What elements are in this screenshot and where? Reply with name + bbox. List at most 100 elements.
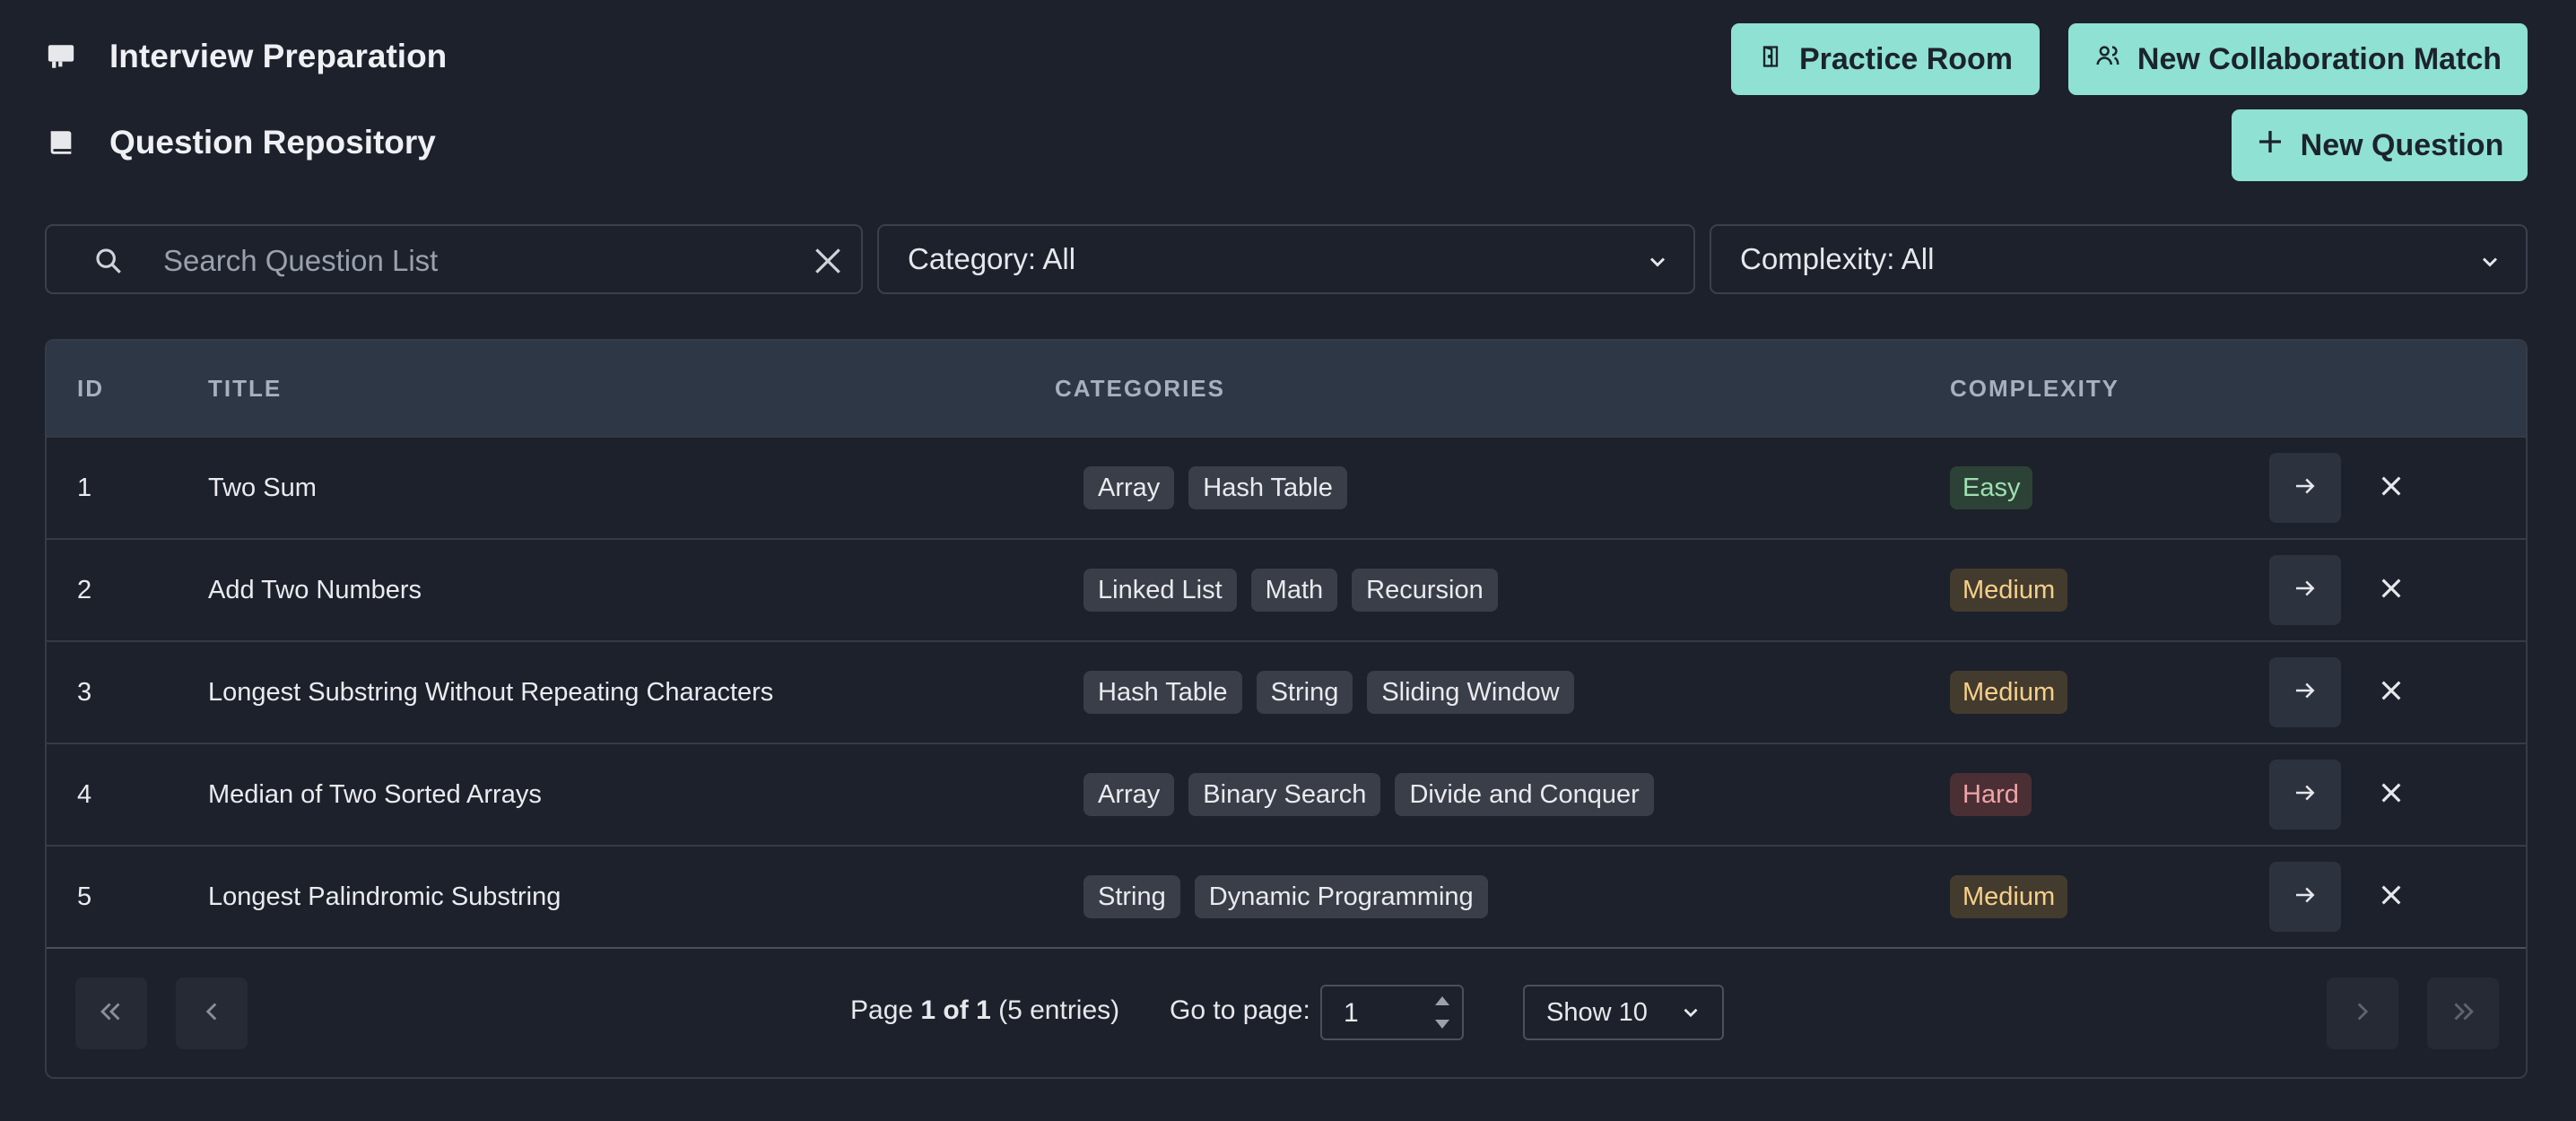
- delete-question-button[interactable]: [2370, 773, 2413, 816]
- goto-page-input[interactable]: [1342, 994, 1417, 1033]
- category-tag: Math: [1250, 569, 1338, 612]
- category-tag: String: [1083, 875, 1180, 918]
- page-size-select[interactable]: Show 10: [1523, 985, 1724, 1040]
- row-id: 1: [77, 473, 92, 502]
- complexity-badge: Medium: [1950, 569, 2068, 612]
- open-question-button[interactable]: [2269, 555, 2341, 625]
- chevron-down-icon: [2477, 248, 2502, 282]
- row-id: 4: [77, 779, 92, 809]
- goto-page-stepper[interactable]: [1320, 985, 1464, 1040]
- search-icon: [93, 246, 124, 283]
- row-title: Add Two Numbers: [208, 575, 422, 604]
- open-question-button[interactable]: [2269, 760, 2341, 830]
- chevron-right-icon: [2347, 996, 2378, 1031]
- table-row: 4 Median of Two Sorted Arrays Array Binary …: [47, 743, 2526, 845]
- question-table: ID TITLE CATEGORIES COMPLEXITY 1 Two Sum A…: [45, 339, 2528, 1079]
- row-title: Longest Palindromic Substring: [208, 882, 561, 911]
- complexity-badge: Medium: [1950, 671, 2068, 714]
- complexity-badge: Easy: [1950, 466, 2033, 509]
- category-tag: Recursion: [1352, 569, 1498, 612]
- delete-question-button[interactable]: [2370, 569, 2413, 612]
- row-tags: Array Hash Table: [1083, 438, 1362, 538]
- close-icon: [2377, 778, 2406, 812]
- goto-page-label: Go to page:: [1170, 995, 1310, 1025]
- table-row: 5 Longest Palindromic Substring String Dyna…: [47, 845, 2526, 947]
- delete-question-button[interactable]: [2370, 466, 2413, 509]
- row-title: Longest Substring Without Repeating Char…: [208, 677, 774, 707]
- close-icon: [2377, 472, 2406, 505]
- row-id: 3: [77, 677, 92, 707]
- table-row: 3 Longest Substring Without Repeating Cha…: [47, 640, 2526, 743]
- arrow-right-icon: [2292, 882, 2319, 913]
- row-tags: Hash Table String Sliding Window: [1083, 642, 1588, 743]
- category-tag: Binary Search: [1188, 773, 1381, 816]
- category-tag: Divide and Conquer: [1395, 773, 1654, 816]
- presentation-icon: [45, 40, 77, 73]
- chevrons-left-icon: [96, 996, 126, 1031]
- stepper-down-icon[interactable]: [1432, 1015, 1453, 1039]
- open-question-button[interactable]: [2269, 657, 2341, 727]
- column-header-title: TITLE: [208, 374, 283, 402]
- delete-question-button[interactable]: [2370, 875, 2413, 918]
- row-complexity: Medium: [1950, 847, 2068, 947]
- header-subtitle-row: Question Repository: [45, 124, 436, 161]
- next-page-button[interactable]: [2327, 978, 2398, 1049]
- close-icon: [2377, 574, 2406, 607]
- category-tag: Array: [1083, 773, 1175, 816]
- category-tag: Hash Table: [1083, 671, 1242, 714]
- new-collaboration-match-button[interactable]: New Collaboration Match: [2068, 23, 2528, 95]
- category-tag: Dynamic Programming: [1194, 875, 1488, 918]
- row-title: Two Sum: [208, 473, 317, 502]
- column-header-complexity: COMPLEXITY: [1950, 374, 2120, 402]
- new-question-label: New Question: [2300, 127, 2504, 162]
- category-select-value: Category: All: [908, 242, 1076, 275]
- arrow-right-icon: [2292, 575, 2319, 606]
- row-complexity: Medium: [1950, 642, 2068, 743]
- table-header: ID TITLE CATEGORIES COMPLEXITY: [47, 341, 2526, 436]
- category-tag: Array: [1083, 466, 1175, 509]
- chevron-down-icon: [1645, 248, 1670, 282]
- category-select[interactable]: Category: All: [877, 224, 1695, 294]
- row-tags: Array Binary Search Divide and Conquer: [1083, 744, 1668, 845]
- category-tag: Sliding Window: [1367, 671, 1574, 714]
- book-icon: [45, 126, 77, 159]
- category-tag: Hash Table: [1188, 466, 1347, 509]
- previous-page-button[interactable]: [176, 978, 248, 1049]
- complexity-select[interactable]: Complexity: All: [1710, 224, 2528, 294]
- clear-search-icon[interactable]: [811, 244, 845, 285]
- close-icon: [2377, 881, 2406, 914]
- last-page-button[interactable]: [2427, 978, 2499, 1049]
- stepper-up-icon[interactable]: [1432, 990, 1453, 1014]
- new-question-button[interactable]: New Question: [2232, 109, 2528, 181]
- row-id: 2: [77, 575, 92, 604]
- close-icon: [2377, 676, 2406, 709]
- pagination-bar: Page 1 of 1 (5 entries) Go to page: Show…: [47, 947, 2526, 1077]
- complexity-select-value: Complexity: All: [1740, 242, 1935, 275]
- row-tags: Linked List Math Recursion: [1083, 540, 1512, 640]
- open-question-button[interactable]: [2269, 862, 2341, 932]
- page-size-value: Show 10: [1546, 997, 1648, 1027]
- table-row: 2 Add Two Numbers Linked List Math Recursion…: [47, 538, 2526, 640]
- users-icon: [2094, 42, 2121, 77]
- page-current: 1 of 1: [920, 995, 991, 1025]
- practice-room-button[interactable]: Practice Room: [1731, 23, 2040, 95]
- row-complexity: Easy: [1950, 438, 2033, 538]
- row-id: 5: [77, 882, 92, 911]
- delete-question-button[interactable]: [2370, 671, 2413, 714]
- plus-icon: [2256, 127, 2284, 164]
- search-box[interactable]: [45, 224, 863, 294]
- page-prefix: Page: [850, 995, 921, 1025]
- new-match-label: New Collaboration Match: [2137, 41, 2502, 76]
- page-title: Interview Preparation: [109, 38, 448, 74]
- arrow-right-icon: [2292, 473, 2319, 504]
- open-question-button[interactable]: [2269, 453, 2341, 523]
- search-input[interactable]: [161, 239, 811, 283]
- arrow-right-icon: [2292, 677, 2319, 708]
- section-title: Question Repository: [109, 124, 436, 161]
- first-page-button[interactable]: [75, 978, 147, 1049]
- column-header-categories: CATEGORIES: [1055, 374, 1225, 402]
- practice-room-label: Practice Room: [1798, 41, 2014, 76]
- complexity-badge: Hard: [1950, 773, 2032, 816]
- column-header-id: ID: [77, 374, 104, 402]
- chevron-down-icon: [1679, 1001, 1702, 1029]
